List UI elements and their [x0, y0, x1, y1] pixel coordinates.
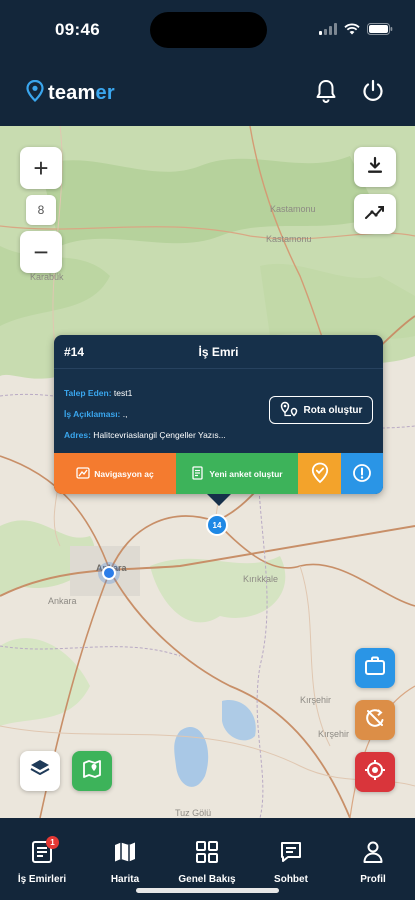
bell-icon	[315, 79, 337, 108]
navigation-icon	[76, 466, 90, 482]
trend-icon	[364, 204, 386, 225]
status-bar: 09:46	[0, 0, 415, 62]
map-label: Ankara	[48, 596, 77, 606]
layers-icon	[29, 758, 51, 785]
zoom-in-button[interactable]: +	[20, 147, 62, 189]
map-icon	[113, 840, 137, 869]
create-route-button[interactable]: Rota oluştur	[269, 396, 373, 424]
profile-icon	[362, 840, 384, 869]
pin-logo-icon	[26, 79, 44, 107]
map-label: Kırıkkale	[243, 574, 279, 584]
tab-label: Genel Bakış	[178, 874, 236, 885]
work-orders-badge: 1	[46, 836, 59, 849]
map-label: Kastamonu	[266, 234, 312, 244]
field-requester: Talep Eden: test1	[64, 388, 133, 398]
new-survey-button[interactable]: Yeni anket oluştur	[176, 453, 298, 494]
location-check-icon	[311, 462, 329, 486]
notifications-button[interactable]	[311, 78, 341, 108]
home-indicator	[136, 888, 279, 893]
tab-chat[interactable]: Sohbet	[251, 840, 331, 885]
rotate-map-button[interactable]	[355, 700, 395, 740]
tab-label: Profil	[360, 874, 386, 885]
tab-work-orders[interactable]: 1 İş Emirleri	[2, 836, 82, 885]
popup-actions: Navigasyon aç Yeni anket oluştur	[54, 453, 383, 494]
tab-label: İş Emirleri	[17, 874, 67, 885]
wifi-icon	[344, 22, 360, 40]
dynamic-island	[150, 12, 267, 48]
check-location-button[interactable]	[298, 453, 341, 494]
route-icon	[280, 401, 300, 420]
tab-label: Sohbet	[274, 874, 308, 885]
dashboard-icon	[195, 840, 219, 869]
field-address: Adres: Halitcevriaslangil Çengeller Yazı…	[64, 430, 226, 440]
power-icon	[361, 79, 385, 108]
work-orders-layer-button[interactable]	[355, 648, 395, 688]
open-navigation-button[interactable]: Navigasyon aç	[54, 453, 176, 494]
tab-label: Harita	[110, 874, 140, 885]
popup-pointer	[207, 494, 231, 506]
logo-text: teamer	[48, 82, 115, 104]
briefcase-icon	[364, 656, 386, 681]
popup-details: Talep Eden: test1 İş Açıklaması: ., Adre…	[64, 383, 264, 446]
popup-header: #14 İş Emri	[54, 335, 383, 369]
survey-icon	[191, 465, 205, 482]
crosshair-icon	[364, 759, 386, 786]
app-header: teamer	[0, 62, 415, 126]
tab-overview[interactable]: Genel Bakış	[167, 840, 247, 885]
download-button[interactable]	[354, 147, 396, 187]
current-location-dot	[102, 566, 116, 580]
app-logo: teamer	[26, 79, 115, 107]
status-icons	[319, 22, 393, 40]
work-order-marker[interactable]: 14	[206, 514, 228, 536]
create-route-label: Rota oluştur	[303, 404, 363, 416]
locate-me-button[interactable]	[355, 752, 395, 792]
map-label: Kastamonu	[270, 204, 316, 214]
battery-icon	[367, 22, 393, 40]
map-layers-button[interactable]	[20, 751, 60, 791]
new-survey-label: Yeni anket oluştur	[209, 468, 283, 479]
field-description: İş Açıklaması: .,	[64, 409, 128, 419]
map-label: Kırşehir	[318, 729, 350, 739]
tab-profile[interactable]: Profil	[333, 840, 413, 885]
zoom-out-button[interactable]: −	[20, 231, 62, 273]
alert-button[interactable]	[341, 453, 383, 494]
logout-button[interactable]	[358, 78, 388, 108]
status-time: 09:46	[55, 20, 100, 39]
signal-icon	[319, 22, 337, 40]
route-analytics-button[interactable]	[354, 194, 396, 234]
map-label: Kırşehir	[300, 695, 332, 705]
download-icon	[365, 155, 385, 180]
tab-map[interactable]: Harita	[85, 840, 165, 885]
work-order-popup[interactable]: #14 İş Emri Talep Eden: test1 İş Açıklam…	[54, 335, 383, 506]
chat-icon	[279, 840, 303, 869]
compass-off-icon	[364, 707, 386, 734]
route-planner-button[interactable]	[72, 751, 112, 791]
open-navigation-label: Navigasyon aç	[94, 468, 154, 479]
map-route-icon	[81, 758, 103, 785]
popup-title: İş Emri	[198, 345, 239, 359]
zoom-level: 8	[26, 195, 56, 225]
alert-icon	[352, 463, 372, 485]
map-label: Tuz Gölü	[175, 808, 212, 818]
map-label: Karabük	[30, 272, 64, 282]
